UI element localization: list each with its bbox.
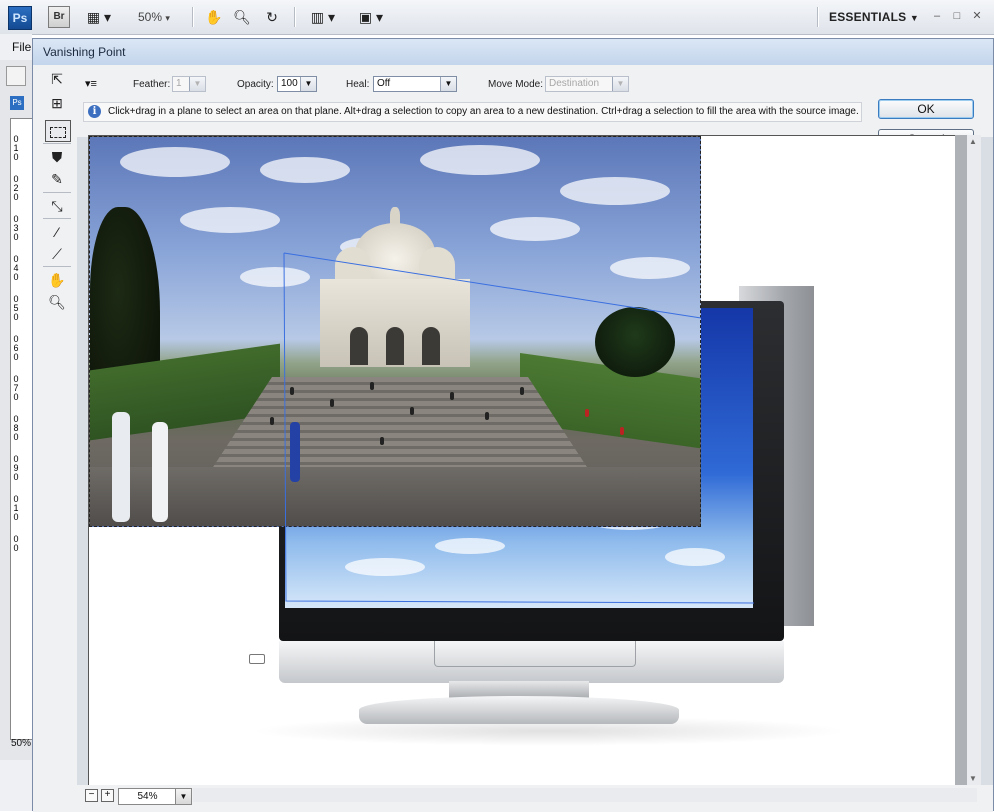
perspective-plane-grid[interactable]: [89, 136, 956, 786]
zoom-out-button[interactable]: −: [85, 789, 98, 802]
chevron-down-icon[interactable]: ▼: [440, 77, 456, 91]
ruler-label: 0: [13, 272, 19, 282]
options-menu-icon[interactable]: ▾≡: [85, 77, 97, 90]
transform-tool-icon[interactable]: ⤡: [45, 196, 69, 216]
preview-canvas[interactable]: [88, 135, 957, 787]
ruler-label: 0: [13, 472, 19, 482]
ruler-label: 0: [13, 432, 19, 442]
dialog-title: Vanishing Point: [43, 45, 126, 59]
ruler-label: 0: [13, 543, 19, 553]
ruler-label: 0: [13, 152, 19, 162]
chevron-down-icon[interactable]: ▼: [300, 77, 316, 91]
scroll-down-icon[interactable]: ▼: [969, 774, 977, 783]
feather-label: Feather:: [133, 79, 171, 90]
eyedropper-tool-icon[interactable]: ⁄: [45, 222, 69, 242]
heal-select[interactable]: Off ▼: [373, 76, 457, 92]
info-bar: i Click+drag in a plane to select an are…: [83, 102, 862, 122]
document-ps-badge: Ps: [10, 96, 24, 110]
move-mode-value: Destination: [549, 78, 600, 89]
tools-separator: [43, 192, 71, 193]
edit-plane-tool-icon[interactable]: ⇱: [45, 69, 69, 89]
ruler-label: 0: [13, 312, 19, 322]
opacity-value: 100: [281, 78, 298, 89]
zoom-level[interactable]: 50% ▾: [138, 10, 170, 24]
toolbar-separator: [817, 7, 819, 27]
close-window-button[interactable]: ✕: [970, 10, 984, 22]
zoom-in-button[interactable]: +: [101, 789, 114, 802]
move-mode-label: Move Mode:: [488, 79, 544, 90]
tools-separator: [43, 143, 71, 144]
tool-options-bar: ▾≡ Feather: 1 ▼ Opacity: 100 ▼ Heal: Off…: [33, 65, 993, 149]
vertical-scrollbar[interactable]: ▲ ▼: [967, 135, 981, 785]
opacity-field[interactable]: 100 ▼: [277, 76, 317, 92]
chevron-down-icon[interactable]: ▼: [189, 77, 205, 91]
feather-value: 1: [176, 78, 182, 89]
move-tool-icon[interactable]: [6, 66, 26, 86]
info-text: Click+drag in a plane to select an area …: [108, 106, 859, 117]
hand-tool-icon[interactable]: ✋: [45, 270, 69, 290]
chevron-down-icon[interactable]: ▼: [175, 788, 192, 805]
zoom-icon[interactable]: 🔍︎: [232, 9, 252, 25]
zoom-tool-icon[interactable]: 🔍︎: [45, 292, 69, 312]
workspace-switcher[interactable]: ESSENTIALS ▼: [829, 10, 919, 24]
screen-mode-icon[interactable]: ▣ ▾: [354, 9, 388, 25]
menu-bar: File: [0, 34, 32, 60]
measure-tool-icon[interactable]: ⟋: [45, 244, 69, 264]
move-mode-select[interactable]: Destination ▼: [545, 76, 629, 92]
application-bar: Ps Br ▦ ▾ 50% ▾ ✋ 🔍︎ ↻ ▥ ▾ ▣ ▾ ESSENTIAL…: [0, 0, 994, 35]
ruler-label: 0: [13, 192, 19, 202]
vertical-ruler: 01002003004005006007008009001000: [10, 118, 34, 740]
brush-tool-icon[interactable]: ✎: [45, 169, 69, 189]
maximize-button[interactable]: □: [950, 10, 964, 22]
heal-value: Off: [377, 78, 391, 89]
background-status-area: [0, 760, 32, 811]
canvas-right-gutter: [955, 135, 967, 785]
arrange-documents-icon[interactable]: ▥ ▾: [306, 9, 340, 25]
heal-label: Heal:: [346, 79, 370, 90]
marquee-tool-icon[interactable]: [45, 120, 71, 142]
ruler-label: 0: [13, 392, 19, 402]
ok-button[interactable]: OK: [878, 99, 974, 119]
rotate-view-icon[interactable]: ↻: [262, 9, 282, 25]
tools-separator: [43, 218, 71, 219]
ruler-label: 0: [13, 352, 19, 362]
info-icon: i: [88, 105, 101, 118]
ruler-label: 0: [13, 512, 19, 522]
scroll-up-icon[interactable]: ▲: [969, 137, 977, 146]
hand-icon[interactable]: ✋: [204, 9, 224, 25]
bridge-button[interactable]: Br: [48, 6, 70, 28]
opacity-label: Opacity:: [237, 79, 274, 90]
view-extras-icon[interactable]: ▦ ▾: [82, 9, 116, 25]
minimize-button[interactable]: –: [930, 10, 944, 22]
zoom-field[interactable]: 54%: [118, 788, 177, 805]
toolbar-separator: [294, 7, 296, 27]
photoshop-logo: Ps: [8, 6, 32, 30]
stamp-tool-icon[interactable]: ⛊: [45, 147, 69, 167]
menu-file[interactable]: File: [12, 40, 31, 54]
toolbar-separator: [192, 7, 194, 27]
dialog-title-bar[interactable]: Vanishing Point: [33, 39, 993, 66]
dialog-bottom-bar: − + 54% ▼: [77, 785, 993, 812]
horizontal-scrollbar[interactable]: [193, 788, 977, 802]
tools-separator: [43, 266, 71, 267]
chevron-down-icon[interactable]: ▼: [612, 77, 628, 91]
vanishing-point-toolbox: ⇱ ⊞ ⛊ ✎ ⤡ ⁄ ⟋ ✋ 🔍︎: [33, 65, 77, 812]
vanishing-point-dialog: Vanishing Point ▾≡ Feather: 1 ▼ Opacity:…: [32, 38, 994, 812]
feather-field[interactable]: 1 ▼: [172, 76, 206, 92]
document-zoom-status: 50%: [11, 738, 32, 749]
ruler-label: 0: [13, 232, 19, 242]
create-plane-tool-icon[interactable]: ⊞: [45, 93, 69, 113]
